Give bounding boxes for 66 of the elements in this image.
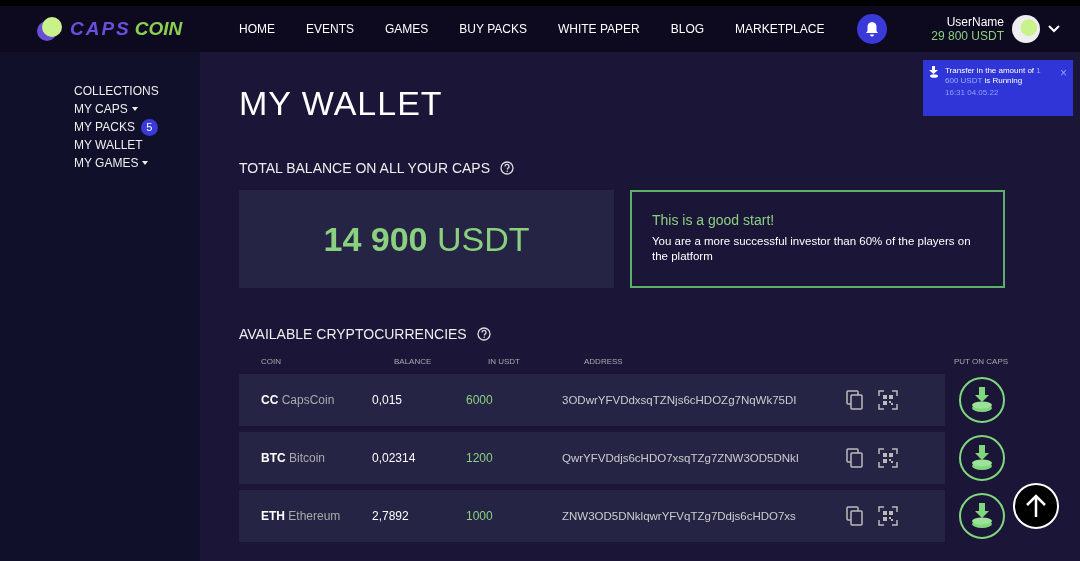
nav-link[interactable]: BLOG [670, 22, 705, 36]
balance-amount: 14 900 USDT [323, 219, 530, 259]
download-to-coin-icon [970, 444, 994, 472]
column-header: BALANCE [394, 356, 433, 366]
caret-down-icon[interactable] [142, 160, 149, 166]
nav-link[interactable]: MARKETPLACE [735, 22, 825, 36]
sidebar-item[interactable]: MY GAMES [74, 156, 139, 170]
nav-link[interactable]: GAMES [385, 22, 429, 36]
copy-icon[interactable] [846, 448, 864, 468]
chevron-down-icon[interactable] [1048, 25, 1060, 33]
usdt-cell-text: 6000 [466, 393, 494, 407]
logo-text: COIN [134, 18, 183, 40]
count-badge: 5 [140, 118, 158, 136]
column-header: PUT ON CAPS [954, 356, 1010, 366]
page-title: MY WALLET [239, 84, 443, 124]
notification-message: Transfer in the amount of 1 600 USDT is Running [945, 66, 1042, 86]
sidebar-item[interactable]: MY CAPS [74, 102, 128, 116]
qr-code-icon[interactable] [878, 506, 898, 526]
logo[interactable]: CAPS COIN [36, 16, 226, 42]
address-cell-text: QwrYFVDdjs6cHDO7xsqTZg7ZNW3OD5DNkI [562, 452, 801, 464]
put-on-caps-button[interactable] [959, 377, 1005, 423]
coin-cell-text: CC CapsCoin [260, 393, 336, 407]
address-cell-text: ZNW3OD5DNklqwrYFVqTZg7Ddjs6cHDO7xs [562, 510, 797, 522]
help-icon[interactable] [500, 161, 515, 175]
card-title: This is a good start! [652, 212, 776, 228]
balance-cell-text: 2,7892 [372, 509, 410, 523]
arrow-up-icon [1025, 493, 1047, 519]
qr-code-icon[interactable] [878, 448, 898, 468]
column-header: ADDRESS [584, 356, 624, 366]
copy-icon[interactable] [846, 506, 864, 526]
nav-link[interactable]: BUY PACKS [459, 22, 527, 36]
put-on-caps-button[interactable] [959, 435, 1005, 481]
qr-code-icon[interactable] [878, 390, 898, 410]
card-text: You are a more successful investor than 60% of the players on the platform [652, 234, 972, 264]
avatar[interactable] [1012, 15, 1040, 43]
notifications-button[interactable] [857, 14, 888, 44]
column-header: COIN [260, 356, 282, 366]
sidebar-item[interactable]: MY WALLET [74, 138, 143, 152]
put-on-caps-button[interactable] [959, 493, 1005, 539]
scroll-to-top-button[interactable] [1013, 483, 1059, 529]
balance-cell-text: 0,015 [372, 393, 404, 407]
download-to-coin-icon [929, 66, 939, 78]
section-heading: AVAILABLE CRYPTOCURRENCIES [239, 326, 467, 342]
coin-cell-text: ETH Ethereum [260, 509, 342, 523]
bell-icon [865, 21, 880, 37]
sidebar-item[interactable]: COLLECTIONS [74, 84, 159, 98]
download-to-coin-icon [970, 502, 994, 530]
balance-cell-text: 0,02314 [372, 451, 417, 465]
logo-text: CAPS [70, 18, 131, 40]
nav-link[interactable]: WHITE PAPER [557, 22, 640, 36]
notification-time: 16:31 04.05.22 [945, 88, 1000, 97]
user-name: UserName [946, 15, 1004, 29]
column-header: IN USDT [488, 356, 521, 366]
usdt-cell-text: 1000 [466, 509, 494, 523]
caret-down-icon[interactable] [131, 106, 138, 112]
sidebar-item[interactable]: MY PACKS [74, 120, 135, 134]
user-balance: 29 800 USDT [931, 29, 1004, 43]
coin-cell-text: BTC Bitcoin [260, 451, 327, 465]
nav-link[interactable]: HOME [239, 22, 275, 36]
help-icon[interactable] [476, 327, 491, 341]
address-cell-text: 3ODwrYFVDdxsqTZNjs6cHDOZg7NqWk75DI [562, 394, 798, 406]
download-to-coin-icon [970, 386, 994, 414]
copy-icon[interactable] [846, 390, 864, 410]
usdt-cell-text: 1200 [466, 451, 494, 465]
nav-link[interactable]: EVENTS [306, 22, 354, 36]
section-heading: TOTAL BALANCE ON ALL YOUR CAPS [239, 160, 491, 176]
